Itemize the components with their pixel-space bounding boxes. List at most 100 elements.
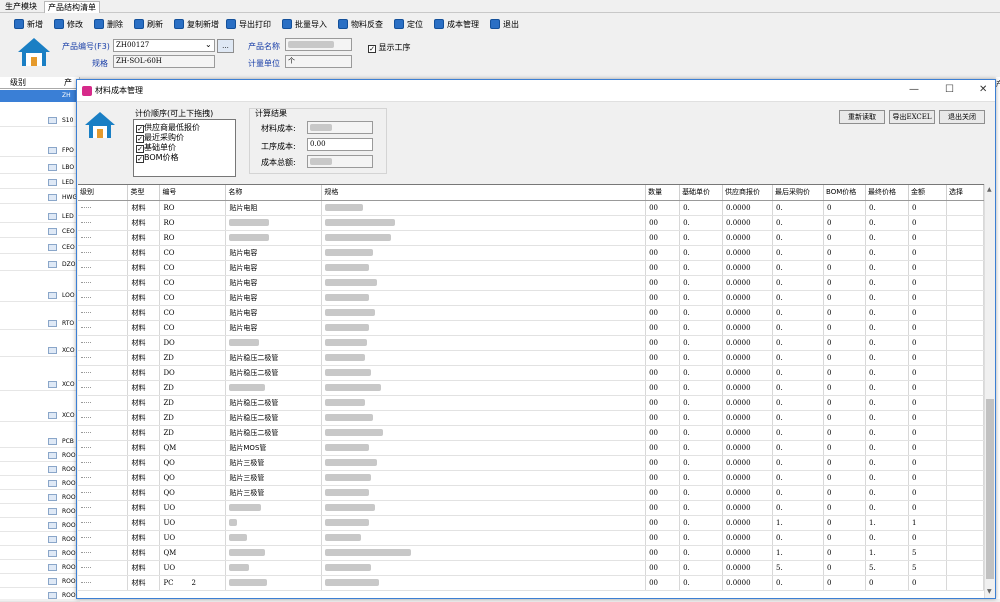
- vertical-scrollbar[interactable]: ▲ ▼: [984, 184, 995, 598]
- tree-row[interactable]: ROO: [0, 478, 80, 490]
- cost-management-button[interactable]: 成本管理: [434, 19, 479, 31]
- table-row[interactable]: 材料 UO 00 0. 0.0000 1. 0 1. 1: [78, 515, 984, 531]
- column-header[interactable]: 选择: [946, 185, 984, 201]
- column-header[interactable]: 类型: [127, 185, 161, 201]
- pricing-order-list[interactable]: ✓供应商最低报价 ✓最近采购价 ✓基础单价 ✓BOM价格: [133, 119, 236, 177]
- table-row[interactable]: 材料 RO 00 0. 0.0000 0. 0 0. 0: [78, 230, 984, 246]
- select-cell[interactable]: [946, 485, 984, 501]
- select-cell[interactable]: [946, 425, 984, 441]
- select-cell[interactable]: [946, 395, 984, 411]
- scroll-down-icon[interactable]: ▼: [987, 588, 992, 595]
- tree-row[interactable]: ROO: [0, 562, 80, 574]
- batch-import-button[interactable]: 批量导入: [282, 19, 327, 31]
- order-item[interactable]: ✓BOM价格: [136, 152, 179, 163]
- column-header[interactable]: 名称: [225, 185, 323, 201]
- select-cell[interactable]: [946, 470, 984, 486]
- table-row[interactable]: 材料 RO 贴片电阻 00 0. 0.0000 0. 0 0. 0: [78, 200, 984, 216]
- tree-row[interactable]: CEO: [0, 226, 80, 238]
- table-row[interactable]: 材料 RO 00 0. 0.0000 0. 0 0. 0: [78, 215, 984, 231]
- process-cost-field[interactable]: 0.00: [307, 138, 373, 151]
- column-header[interactable]: 金额: [908, 185, 947, 201]
- select-cell[interactable]: [946, 560, 984, 576]
- table-row[interactable]: 材料 CO 贴片电容 00 0. 0.0000 0. 0 0. 0: [78, 275, 984, 291]
- copy-add-button[interactable]: 复制新增: [174, 19, 219, 31]
- table-row[interactable]: 材料 QO 贴片三极管 00 0. 0.0000 0. 0 0. 0: [78, 470, 984, 486]
- table-row[interactable]: 材料 UO 00 0. 0.0000 0. 0 0. 0: [78, 500, 984, 516]
- exit-button[interactable]: 退出: [490, 19, 519, 31]
- column-header[interactable]: 最后采购价: [772, 185, 825, 201]
- tab-bom-list[interactable]: 产品结构清单: [44, 1, 100, 13]
- table-row[interactable]: 材料 ZD 贴片稳压二极管 00 0. 0.0000 0. 0 0. 0: [78, 425, 984, 441]
- select-cell[interactable]: [946, 215, 984, 231]
- tree-row-selected[interactable]: ZH: [0, 90, 80, 102]
- table-row[interactable]: 材料 CO 贴片电容 00 0. 0.0000 0. 0 0. 0: [78, 290, 984, 306]
- table-row[interactable]: 材料 QM 贴片MOS管 00 0. 0.0000 0. 0 0. 0: [78, 440, 984, 456]
- table-row[interactable]: 材料 ZD 贴片稳压二极管 00 0. 0.0000 0. 0 0. 0: [78, 350, 984, 366]
- delete-button[interactable]: 删除: [94, 19, 123, 31]
- select-cell[interactable]: [946, 335, 984, 351]
- tree-row[interactable]: S10: [0, 115, 80, 127]
- column-header[interactable]: BOM价格: [823, 185, 866, 201]
- select-cell[interactable]: [946, 230, 984, 246]
- table-row[interactable]: 材料 CO 贴片电容 00 0. 0.0000 0. 0 0. 0: [78, 305, 984, 321]
- tree-row[interactable]: ROO: [0, 464, 80, 476]
- tree-row[interactable]: ROO: [0, 492, 80, 504]
- table-row[interactable]: 材料 CO 贴片电容 00 0. 0.0000 0. 0 0. 0: [78, 245, 984, 261]
- select-cell[interactable]: [946, 260, 984, 276]
- tree-row[interactable]: CEO: [0, 242, 80, 254]
- select-cell[interactable]: [946, 290, 984, 306]
- tree-row[interactable]: LED: [0, 211, 80, 223]
- tree-row[interactable]: LOO: [0, 290, 80, 302]
- table-row[interactable]: 材料 DO 贴片稳压二极管 00 0. 0.0000 0. 0 0. 0: [78, 365, 984, 381]
- edit-button[interactable]: 修改: [54, 19, 83, 31]
- select-cell[interactable]: [946, 410, 984, 426]
- select-cell[interactable]: [946, 350, 984, 366]
- tree-row[interactable]: ROO: [0, 450, 80, 462]
- tab-production-module[interactable]: 生产模块: [2, 1, 40, 13]
- tree-row[interactable]: DZO: [0, 259, 80, 271]
- tree-row[interactable]: ROO: [0, 520, 80, 532]
- close-icon[interactable]: ✕: [979, 84, 987, 95]
- table-row[interactable]: 材料 DO 00 0. 0.0000 0. 0 0. 0: [78, 335, 984, 351]
- show-process-checkbox[interactable]: ✓ 显示工序: [368, 42, 411, 53]
- select-cell[interactable]: [946, 575, 984, 591]
- table-row[interactable]: 材料 QO 贴片三极管 00 0. 0.0000 0. 0 0. 0: [78, 455, 984, 471]
- column-header[interactable]: 数量: [645, 185, 681, 201]
- select-cell[interactable]: [946, 245, 984, 261]
- select-cell[interactable]: [946, 500, 984, 516]
- table-row[interactable]: 材料 QM 00 0. 0.0000 1. 0 1. 5: [78, 545, 984, 561]
- column-header[interactable]: 最终价格: [865, 185, 909, 201]
- select-cell[interactable]: [946, 440, 984, 456]
- select-cell[interactable]: [946, 530, 984, 546]
- checkbox-icon[interactable]: ✓: [136, 155, 144, 163]
- locate-button[interactable]: 定位: [394, 19, 423, 31]
- select-cell[interactable]: [946, 320, 984, 336]
- maximize-icon[interactable]: ☐: [945, 84, 954, 95]
- tree-row[interactable]: LED: [0, 177, 80, 189]
- tree-row[interactable]: ROO: [0, 590, 80, 602]
- table-row[interactable]: 材料 ZD 贴片稳压二极管 00 0. 0.0000 0. 0 0. 0: [78, 410, 984, 426]
- tree-row[interactable]: ROO: [0, 506, 80, 518]
- reload-button[interactable]: 重新读取: [839, 110, 885, 124]
- tree-row[interactable]: ROO: [0, 576, 80, 588]
- select-cell[interactable]: [946, 200, 984, 216]
- material-reverse-lookup-button[interactable]: 物料反查: [338, 19, 383, 31]
- tree-row[interactable]: XCO: [0, 345, 80, 357]
- tree-row[interactable]: XCO: [0, 379, 80, 391]
- column-header[interactable]: 供应商报价: [722, 185, 774, 201]
- select-cell[interactable]: [946, 305, 984, 321]
- table-row[interactable]: 材料 CO 贴片电容 00 0. 0.0000 0. 0 0. 0: [78, 320, 984, 336]
- tree-row[interactable]: HWG: [0, 192, 80, 204]
- select-cell[interactable]: [946, 515, 984, 531]
- tree-row[interactable]: FPO: [0, 145, 80, 157]
- product-code-input[interactable]: ZH00127: [113, 39, 215, 52]
- table-row[interactable]: 材料 PC 2 00 0. 0.0000 0. 0 0 0: [78, 575, 984, 591]
- column-header[interactable]: 编号: [159, 185, 227, 201]
- table-row[interactable]: 材料 UO 00 0. 0.0000 0. 0 0. 0: [78, 530, 984, 546]
- tree-row[interactable]: LBO: [0, 162, 80, 174]
- export-print-button[interactable]: 导出打印: [226, 19, 271, 31]
- column-header[interactable]: 规格: [321, 185, 647, 201]
- product-browse-button[interactable]: ...: [217, 39, 234, 53]
- chevron-down-icon[interactable]: ⌄: [205, 40, 212, 49]
- table-row[interactable]: 材料 ZD 贴片稳压二极管 00 0. 0.0000 0. 0 0. 0: [78, 395, 984, 411]
